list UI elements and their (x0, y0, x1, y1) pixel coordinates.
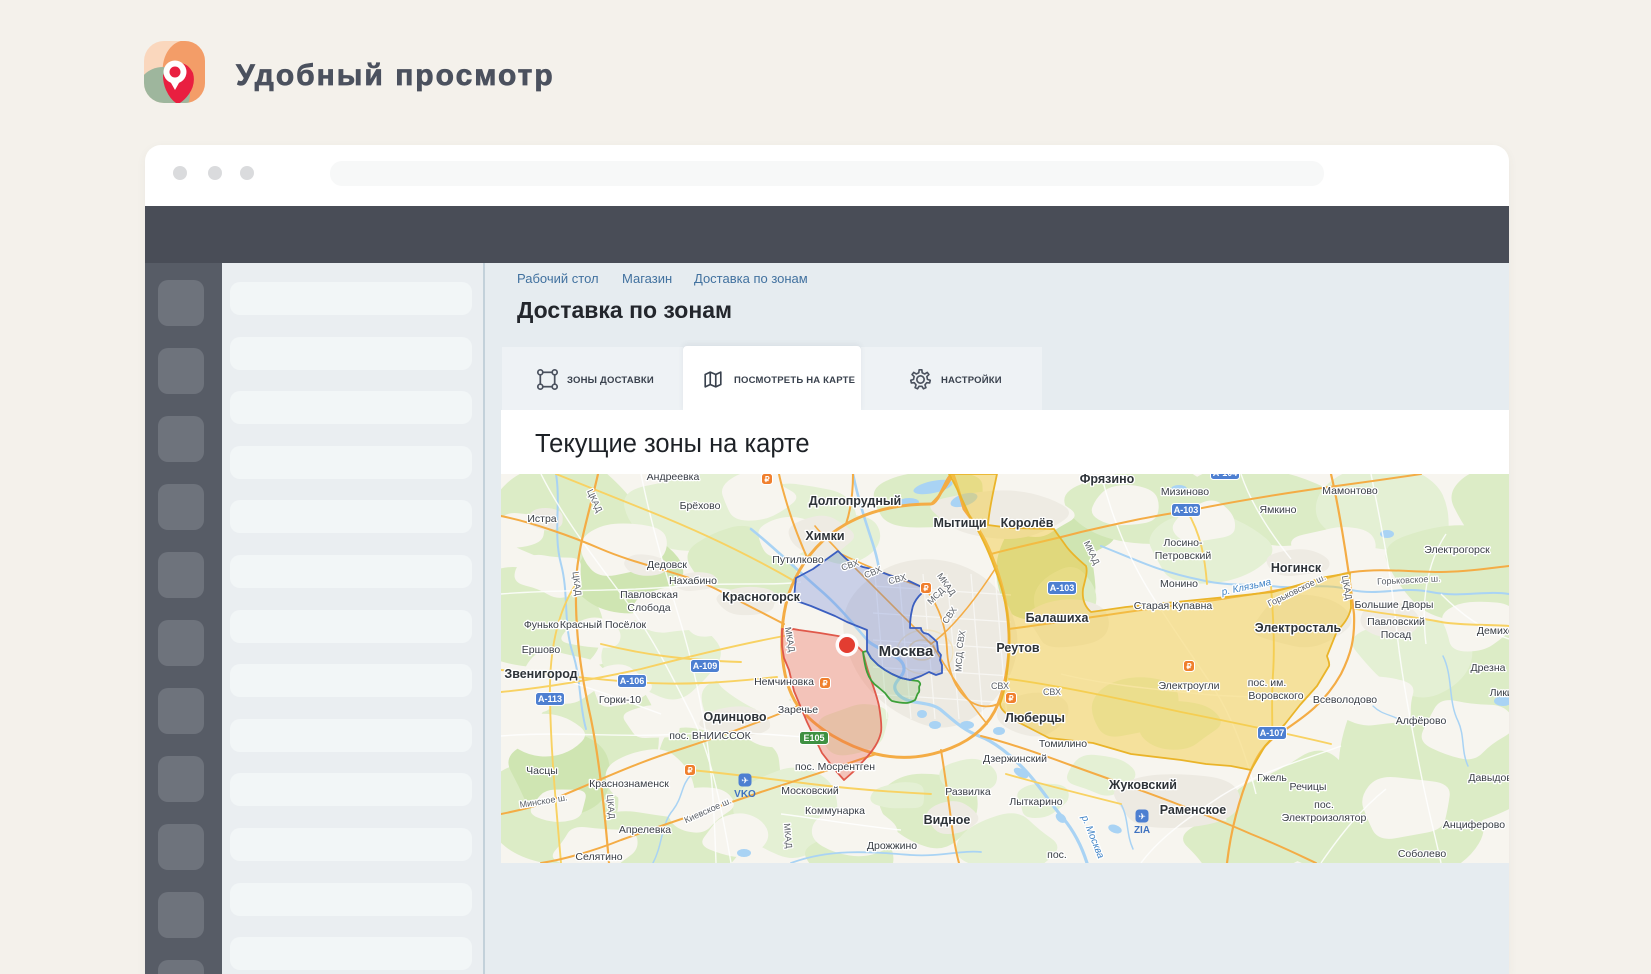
svg-text:Томилино: Томилино (1039, 738, 1087, 750)
svg-text:Звенигород: Звенигород (504, 667, 577, 681)
svg-text:Павловский: Павловский (1367, 616, 1425, 628)
svg-text:Селятино: Селятино (575, 851, 622, 863)
svg-text:Немчиновка: Немчиновка (754, 676, 814, 688)
svg-text:А-103: А-103 (1050, 583, 1075, 593)
svg-text:МСД: МСД (953, 652, 964, 672)
svg-text:Балашиха: Балашиха (1026, 611, 1090, 625)
svg-text:Воровского: Воровского (1248, 690, 1303, 702)
svg-text:Давыдово: Давыдово (1468, 772, 1509, 784)
svg-text:Дедовск: Дедовск (647, 559, 687, 571)
svg-text:Алфёрово: Алфёрово (1396, 715, 1447, 727)
svg-text:Реутов: Реутов (996, 641, 1040, 655)
svg-text:Большие Дворы: Большие Дворы (1355, 599, 1434, 611)
svg-text:А-103: А-103 (1174, 505, 1199, 515)
svg-text:₽: ₽ (1008, 694, 1013, 703)
svg-text:₽: ₽ (923, 584, 928, 593)
svg-text:А-113: А-113 (538, 694, 562, 704)
svg-text:СВХ: СВХ (1043, 687, 1061, 697)
svg-text:А-107: А-107 (1260, 728, 1285, 738)
svg-text:Путилково: Путилково (772, 554, 824, 566)
svg-text:₽: ₽ (822, 679, 827, 688)
svg-text:Московский: Московский (781, 785, 839, 797)
svg-text:Электроизолятор: Электроизолятор (1282, 812, 1367, 824)
svg-text:Старая Купавна: Старая Купавна (1134, 600, 1213, 612)
svg-text:Е105: Е105 (803, 733, 824, 743)
svg-text:Видное: Видное (924, 813, 971, 827)
svg-text:Одинцово: Одинцово (703, 710, 766, 724)
svg-text:VKO: VKO (734, 789, 756, 800)
svg-text:₽: ₽ (687, 766, 692, 775)
svg-text:Павловская: Павловская (620, 589, 678, 601)
svg-text:Развилка: Развилка (945, 786, 991, 798)
svg-text:✈: ✈ (741, 776, 749, 786)
svg-text:Ногинск: Ногинск (1271, 561, 1322, 575)
svg-text:Ямкино: Ямкино (1260, 504, 1297, 516)
svg-text:ЦКАД: ЦКАД (605, 794, 617, 819)
svg-text:Москва: Москва (879, 643, 934, 660)
svg-text:Ершово: Ершово (522, 644, 561, 656)
svg-text:Коммунарка: Коммунарка (805, 805, 865, 817)
svg-text:Гжель: Гжель (1257, 772, 1287, 784)
svg-text:✈: ✈ (1138, 812, 1146, 822)
svg-text:Дрожжино: Дрожжино (867, 840, 917, 852)
svg-text:Анциферово: Анциферово (1443, 819, 1505, 831)
svg-text:Горки-10: Горки-10 (599, 694, 641, 706)
svg-text:Истра: Истра (527, 513, 556, 525)
svg-text:Мизиново: Мизиново (1161, 486, 1209, 498)
svg-text:Дзержинский: Дзержинский (983, 753, 1047, 765)
svg-text:Брёхово: Брёхово (680, 500, 721, 512)
svg-text:Красный Посёлок: Красный Посёлок (560, 619, 647, 631)
svg-text:Краснознаменск: Краснознаменск (589, 778, 669, 790)
svg-text:Посад: Посад (1381, 629, 1412, 641)
svg-text:Речицы: Речицы (1290, 781, 1327, 793)
svg-text:Андреевка: Андреевка (647, 474, 700, 483)
svg-text:Электрогорск: Электрогорск (1424, 544, 1490, 556)
svg-text:Слобода: Слобода (627, 602, 670, 614)
svg-text:Электроугли: Электроугли (1158, 680, 1219, 692)
svg-text:пос. им.: пос. им. (1248, 677, 1287, 689)
svg-text:Заречье: Заречье (778, 704, 818, 716)
svg-text:Соболево: Соболево (1398, 848, 1446, 860)
svg-text:Ликино: Ликино (1490, 687, 1509, 699)
svg-text:пос. Мосрентген: пос. Мосрентген (795, 761, 875, 773)
svg-text:СВХ: СВХ (991, 681, 1009, 691)
svg-text:Долгопрудный: Долгопрудный (809, 494, 902, 508)
svg-text:Фрязино: Фрязино (1080, 474, 1135, 486)
svg-text:₽: ₽ (1186, 662, 1191, 671)
svg-text:пос. ВНИИССОК: пос. ВНИИССОК (669, 730, 751, 742)
svg-text:Монино: Монино (1160, 578, 1198, 590)
svg-text:Апрелевка: Апрелевка (619, 824, 671, 836)
svg-text:А-109: А-109 (693, 661, 718, 671)
svg-text:А-104: А-104 (1213, 474, 1238, 478)
svg-text:Демихово: Демихово (1477, 625, 1509, 637)
svg-text:Люберцы: Люберцы (1005, 711, 1065, 725)
svg-text:ZIA: ZIA (1134, 825, 1150, 836)
svg-text:А-106: А-106 (620, 676, 645, 686)
svg-text:пос.: пос. (1314, 799, 1334, 811)
svg-text:₽: ₽ (764, 475, 769, 484)
svg-text:Красногорск: Красногорск (722, 590, 801, 604)
svg-text:Всеволодово: Всеволодово (1313, 694, 1377, 706)
svg-text:пос.: пос. (1047, 849, 1067, 861)
svg-text:Дрезна: Дрезна (1470, 662, 1505, 674)
svg-text:Мытищи: Мытищи (933, 516, 986, 530)
svg-text:Раменское: Раменское (1160, 803, 1227, 817)
svg-text:Нахабино: Нахабино (669, 575, 717, 587)
svg-text:Петровский: Петровский (1155, 550, 1212, 562)
svg-text:Королёв: Королёв (1001, 516, 1054, 530)
svg-text:Лыткарино: Лыткарино (1009, 796, 1062, 808)
svg-text:Часцы: Часцы (526, 765, 558, 777)
svg-text:Мамонтово: Мамонтово (1322, 485, 1378, 497)
svg-text:Электросталь: Электросталь (1255, 621, 1342, 635)
svg-text:Лосино-: Лосино- (1164, 537, 1203, 549)
svg-text:Химки: Химки (805, 529, 844, 543)
svg-text:Жуковский: Жуковский (1108, 778, 1177, 792)
